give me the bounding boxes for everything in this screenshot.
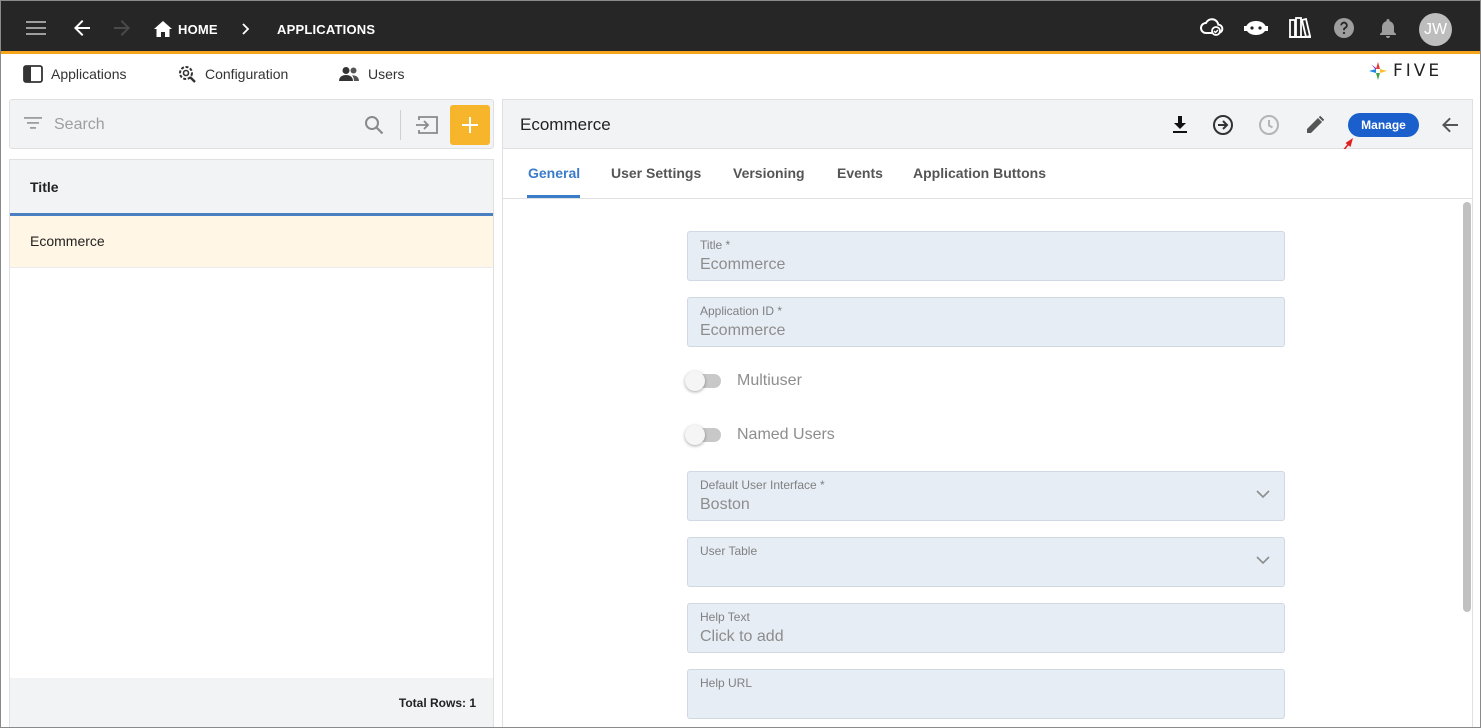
applications-panel-icon	[23, 65, 43, 83]
multiuser-toggle[interactable]	[685, 371, 721, 391]
nav-item-users-label: Users	[368, 66, 405, 82]
search-bar	[9, 99, 494, 149]
help-text-label: Help Text	[700, 610, 750, 624]
nav-item-configuration-label: Configuration	[205, 66, 289, 82]
title-field[interactable]: Title * Ecommerce	[687, 231, 1285, 281]
edit-pencil-icon[interactable]	[1302, 112, 1328, 138]
application-id-value: Ecommerce	[700, 322, 786, 339]
chevron-down-icon	[1256, 556, 1270, 565]
nav-item-configuration[interactable]: Configuration	[177, 62, 288, 86]
main-nav: Applications Configuration Users FIVE	[1, 54, 1480, 96]
detail-tabs: General User Settings Versioning Events …	[503, 149, 1472, 199]
multiuser-toggle-row: Multiuser	[685, 371, 802, 391]
close-panel-arrow-icon[interactable]	[1437, 112, 1463, 138]
search-icon[interactable]	[364, 115, 384, 135]
filter-icon[interactable]	[24, 116, 42, 130]
forward-arrow-icon[interactable]	[109, 15, 135, 41]
general-form: Title * Ecommerce Application ID * Ecomm…	[503, 200, 1458, 727]
five-logo: FIVE	[1367, 58, 1442, 84]
cloud-sync-icon[interactable]	[1199, 14, 1225, 40]
table-cell-title: Ecommerce	[30, 233, 105, 249]
application-detail-panel: Ecommerce Manage General User Settings V…	[502, 99, 1473, 727]
chat-bot-icon[interactable]	[1242, 15, 1270, 41]
nav-item-users[interactable]: Users	[338, 62, 405, 86]
help-text-field[interactable]: Help Text Click to add	[687, 603, 1285, 653]
tab-user-settings[interactable]: User Settings	[611, 165, 701, 181]
column-header-title[interactable]: Title	[30, 179, 59, 195]
search-input[interactable]	[54, 114, 354, 136]
breadcrumb-applications[interactable]: APPLICATIONS	[277, 19, 375, 39]
title-field-label: Title *	[700, 238, 731, 252]
search-divider	[400, 110, 401, 140]
form-scrollbar[interactable]	[1463, 202, 1471, 612]
help-url-field[interactable]: Help URL	[687, 669, 1285, 719]
detail-title: Ecommerce	[520, 115, 611, 134]
help-text-value: Click to add	[700, 628, 784, 645]
avatar[interactable]: JW	[1419, 13, 1452, 46]
gear-wrench-icon	[179, 66, 196, 83]
named-users-toggle[interactable]	[685, 425, 721, 445]
application-id-label: Application ID *	[700, 304, 783, 318]
application-id-field[interactable]: Application ID * Ecommerce	[687, 297, 1285, 347]
app-window: HOME APPLICATIONS JW Applications Config…	[0, 0, 1481, 728]
applications-table: Title Ecommerce Total Rows: 1	[9, 159, 494, 727]
user-table-label: User Table	[700, 544, 758, 558]
tab-events[interactable]: Events	[837, 165, 883, 181]
detail-header: Ecommerce Manage	[503, 100, 1472, 149]
download-icon[interactable]	[1167, 112, 1193, 138]
multiuser-toggle-knob	[685, 371, 705, 391]
title-field-value: Ecommerce	[700, 256, 786, 273]
plus-icon	[462, 117, 478, 133]
user-table-select[interactable]: User Table	[687, 537, 1285, 587]
notifications-bell-icon[interactable]	[1375, 15, 1401, 41]
default-user-interface-value: Boston	[700, 496, 750, 513]
breadcrumb-applications-label: APPLICATIONS	[277, 21, 376, 37]
multiuser-label: Multiuser	[737, 372, 802, 389]
default-user-interface-select[interactable]: Default User Interface * Boston	[687, 471, 1285, 521]
breadcrumb-chevron-icon	[239, 19, 253, 39]
manage-button[interactable]: Manage	[1348, 113, 1419, 137]
named-users-toggle-row: Named Users	[685, 425, 835, 445]
top-bar: HOME APPLICATIONS JW	[1, 1, 1480, 54]
nav-item-applications[interactable]: Applications	[23, 62, 127, 86]
help-icon[interactable]	[1331, 15, 1357, 41]
default-user-interface-label: Default User Interface *	[700, 478, 825, 492]
five-logo-text: FIVE	[1393, 61, 1443, 81]
total-rows-label: Total Rows: 1	[398, 696, 476, 710]
back-arrow-icon[interactable]	[69, 15, 95, 41]
help-url-label: Help URL	[700, 676, 753, 690]
active-tab-indicator	[527, 195, 580, 198]
breadcrumb-home-label: HOME	[178, 21, 218, 37]
tab-general[interactable]: General	[528, 165, 580, 181]
named-users-toggle-knob	[685, 425, 705, 445]
nav-item-applications-label: Applications	[51, 66, 127, 82]
add-button[interactable]	[450, 105, 490, 145]
table-header: Title	[10, 160, 493, 216]
import-icon[interactable]	[415, 115, 439, 135]
table-footer: Total Rows: 1	[10, 678, 493, 727]
breadcrumb-home[interactable]: HOME	[154, 18, 218, 40]
history-clock-icon[interactable]	[1256, 112, 1282, 138]
home-icon	[154, 21, 172, 37]
library-books-icon[interactable]	[1286, 14, 1314, 42]
tab-versioning[interactable]: Versioning	[733, 165, 805, 181]
tab-application-buttons[interactable]: Application Buttons	[913, 165, 1046, 181]
five-logo-icon	[1369, 62, 1387, 80]
deploy-arrow-icon[interactable]	[1210, 112, 1236, 138]
named-users-label: Named Users	[737, 426, 835, 443]
table-row[interactable]: Ecommerce	[10, 216, 493, 268]
menu-icon[interactable]	[23, 15, 51, 41]
chevron-down-icon	[1256, 490, 1270, 499]
users-group-icon	[339, 67, 359, 81]
applications-list-panel: Title Ecommerce Total Rows: 1	[9, 99, 494, 727]
